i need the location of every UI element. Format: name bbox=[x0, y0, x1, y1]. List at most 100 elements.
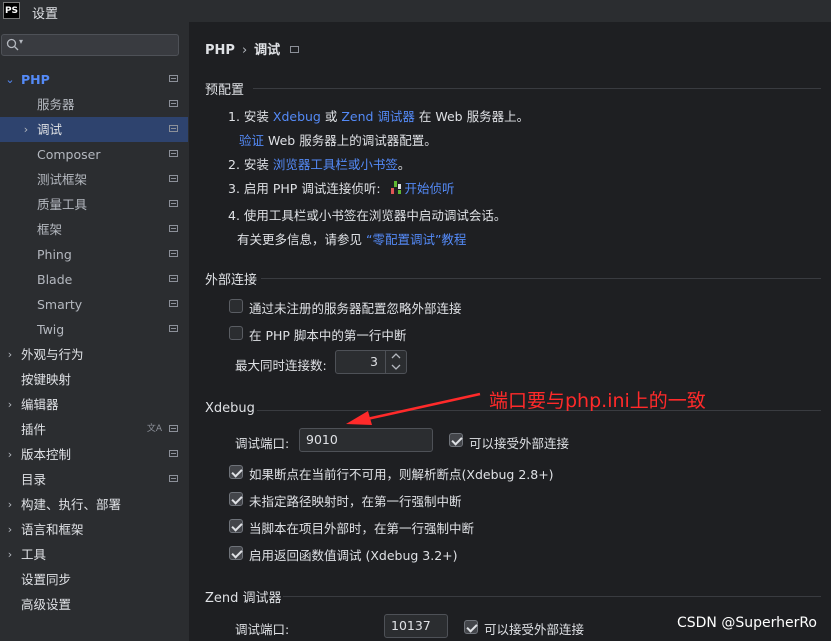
sidebar-item[interactable]: Twig bbox=[0, 317, 188, 342]
sidebar-item-label: 框架 bbox=[37, 222, 63, 237]
sidebar-item-label: 设置同步 bbox=[21, 572, 72, 587]
sidebar-item[interactable]: › 调试 bbox=[0, 117, 188, 142]
step1-text: 1. 安装 bbox=[228, 109, 273, 124]
search-input[interactable]: ▾ bbox=[1, 34, 179, 56]
sidebar-item[interactable]: 目录 bbox=[0, 467, 188, 492]
window-title: 设置 bbox=[32, 7, 59, 22]
sidebar-item-label: 编辑器 bbox=[21, 397, 59, 412]
xdebug-port-input[interactable]: 9010 bbox=[299, 428, 433, 452]
project-scope-icon bbox=[169, 475, 178, 482]
title-bar: PS 设置 bbox=[0, 0, 831, 22]
project-scope-icon bbox=[169, 75, 178, 82]
sidebar-item[interactable]: › 语言和框架 bbox=[0, 517, 188, 542]
sidebar-item[interactable]: › 工具 bbox=[0, 542, 188, 567]
zend-port-input[interactable]: 10137 bbox=[384, 614, 448, 638]
return-value-debug-label: 启用返回函数值调试 (Xdebug 3.2+) bbox=[249, 548, 458, 563]
chevron-right-icon[interactable]: › bbox=[5, 517, 15, 542]
breadcrumb-separator: › bbox=[241, 43, 248, 58]
zero-config-tutorial-link[interactable]: “零配置调试”教程 bbox=[366, 232, 466, 247]
step2-text-end: 。 bbox=[397, 157, 411, 172]
chevron-right-icon[interactable]: › bbox=[5, 492, 15, 517]
sidebar-item[interactable]: 服务器 bbox=[0, 92, 188, 117]
preconfig-step-2: 2. 安装 浏览器工具栏或小书签。 bbox=[228, 154, 410, 173]
sidebar-item[interactable]: 高级设置 bbox=[0, 592, 188, 617]
break-first-line-checkbox[interactable] bbox=[229, 326, 243, 340]
step2-text: 2. 安装 bbox=[228, 157, 273, 172]
project-scope-icon bbox=[169, 325, 178, 332]
preconfig-verify: 验证 Web 服务器上的调试器配置。 bbox=[239, 130, 437, 149]
sidebar-item-label: Smarty bbox=[37, 297, 83, 312]
resolve-breakpoint-checkbox[interactable] bbox=[229, 465, 243, 479]
section-divider bbox=[261, 278, 821, 279]
search-dropdown-icon[interactable]: ▾ bbox=[19, 37, 23, 46]
chevron-down-icon[interactable]: ⌄ bbox=[5, 67, 15, 92]
chevron-right-icon[interactable]: › bbox=[5, 442, 15, 467]
sidebar-item[interactable]: › 版本控制 bbox=[0, 442, 188, 467]
browser-toolbar-link[interactable]: 浏览器工具栏或小书签 bbox=[273, 157, 398, 172]
sidebar-item[interactable]: ⌄ PHP bbox=[0, 67, 188, 92]
section-divider bbox=[253, 88, 821, 89]
project-scope-icon bbox=[290, 46, 300, 53]
max-connections-label: 最大同时连接数: bbox=[235, 358, 327, 373]
zend-accept-external-checkbox[interactable] bbox=[464, 620, 478, 634]
sidebar-item[interactable]: 框架 bbox=[0, 217, 188, 242]
sidebar-item[interactable]: 插件 文A bbox=[0, 417, 188, 442]
sidebar-item-label: PHP bbox=[21, 72, 50, 87]
preconfig-step-1: 1. 安装 Xdebug 或 Zend 调试器 在 Web 服务器上。 bbox=[228, 106, 529, 125]
break-first-line-label: 在 PHP 脚本中的第一行中断 bbox=[249, 328, 407, 343]
xdebug-port-label: 调试端口: bbox=[235, 436, 290, 451]
ignore-external-checkbox[interactable] bbox=[229, 299, 243, 313]
spinner-down-icon[interactable] bbox=[386, 362, 406, 373]
force-break-no-mapping-checkbox[interactable] bbox=[229, 492, 243, 506]
sidebar-item-label: Composer bbox=[37, 147, 101, 162]
max-connections-spinner[interactable]: 3 bbox=[335, 350, 407, 374]
chevron-right-icon[interactable]: › bbox=[5, 542, 15, 567]
sidebar-item[interactable]: 测试框架 bbox=[0, 167, 188, 192]
sidebar-item[interactable]: › 构建、执行、部署 bbox=[0, 492, 188, 517]
sidebar-item-label: 版本控制 bbox=[21, 447, 72, 462]
preconfig-step-4: 4. 使用工具栏或小书签在浏览器中启动调试会话。 bbox=[228, 208, 507, 223]
xdebug-accept-external-checkbox[interactable] bbox=[449, 433, 463, 447]
sidebar-item-label: 插件 bbox=[21, 422, 47, 437]
chevron-right-icon[interactable]: › bbox=[5, 392, 15, 417]
chevron-right-icon[interactable]: › bbox=[5, 342, 15, 367]
preconfig-step-3: 3. 启用 PHP 调试连接侦听: 开始侦听 bbox=[228, 178, 455, 197]
project-scope-icon bbox=[169, 125, 178, 132]
project-scope-icon bbox=[169, 225, 178, 232]
sidebar-item[interactable]: 按键映射 bbox=[0, 367, 188, 392]
project-scope-icon bbox=[169, 300, 178, 307]
sidebar-item[interactable]: 质量工具 bbox=[0, 192, 188, 217]
max-connections-value: 3 bbox=[370, 354, 378, 369]
spinner-up-icon[interactable] bbox=[386, 351, 406, 362]
xdebug-link[interactable]: Xdebug bbox=[273, 109, 321, 124]
ignore-external-label: 通过未注册的服务器配置忽略外部连接 bbox=[249, 301, 462, 316]
sidebar-item[interactable]: Blade bbox=[0, 267, 188, 292]
start-listening-link[interactable]: 开始侦听 bbox=[405, 181, 455, 196]
spinner-arrows[interactable] bbox=[385, 351, 406, 373]
sidebar-item[interactable]: Phing bbox=[0, 242, 188, 267]
sidebar-item[interactable]: › 编辑器 bbox=[0, 392, 188, 417]
sidebar-item-label: 外观与行为 bbox=[21, 347, 84, 362]
zend-debugger-link[interactable]: Zend 调试器 bbox=[341, 109, 415, 124]
sidebar-item[interactable]: 设置同步 bbox=[0, 567, 188, 592]
watermark: CSDN @SuperherRo bbox=[676, 615, 817, 631]
section-xdebug-title: Xdebug bbox=[205, 401, 255, 416]
preconfig-more-info: 有关更多信息，请参见 “零配置调试”教程 bbox=[237, 229, 466, 248]
breadcrumb-php[interactable]: PHP bbox=[205, 43, 235, 58]
section-external-title: 外部连接 bbox=[205, 273, 258, 288]
sidebar-item[interactable]: Smarty bbox=[0, 292, 188, 317]
sidebar-item-label: 构建、执行、部署 bbox=[21, 497, 122, 512]
sidebar-item[interactable]: › 外观与行为 bbox=[0, 342, 188, 367]
project-scope-icon bbox=[169, 425, 178, 432]
force-break-outside-project-checkbox[interactable] bbox=[229, 519, 243, 533]
return-value-debug-checkbox[interactable] bbox=[229, 546, 243, 560]
listen-debug-icon[interactable] bbox=[389, 180, 403, 196]
chevron-right-icon[interactable]: › bbox=[21, 117, 31, 142]
search-icon bbox=[6, 38, 19, 51]
verify-link[interactable]: 验证 bbox=[239, 133, 264, 148]
step3-text: 3. 启用 PHP 调试连接侦听: bbox=[228, 181, 385, 196]
section-divider bbox=[283, 596, 821, 597]
project-scope-icon bbox=[169, 175, 178, 182]
sidebar-item-label: 目录 bbox=[21, 472, 47, 487]
sidebar-item[interactable]: Composer bbox=[0, 142, 188, 167]
